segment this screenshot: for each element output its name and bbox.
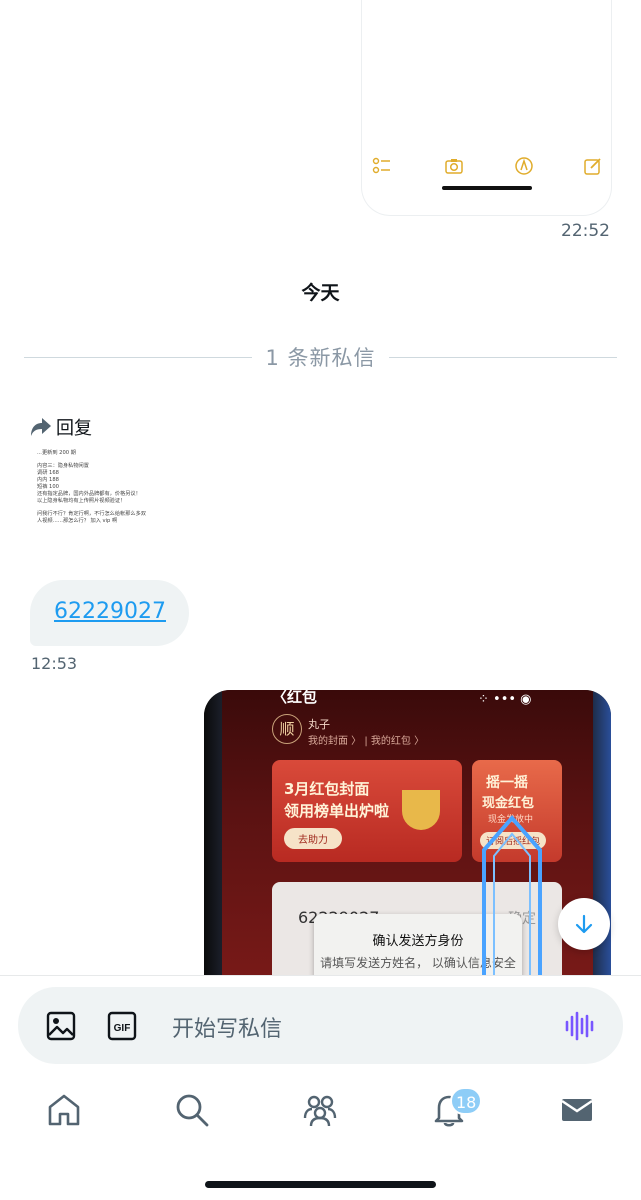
blue-arrow-overlay-icon bbox=[482, 814, 542, 990]
preview-line: 还有指定品牌，国内外品牌都有，价格另议！ bbox=[37, 491, 141, 497]
preview-line: 人视频……那怎么行？ 加入 vip 啊 bbox=[37, 518, 118, 524]
home-icon[interactable] bbox=[46, 1092, 82, 1128]
search-icon[interactable] bbox=[174, 1092, 210, 1128]
reply-header: 回复 bbox=[30, 414, 92, 440]
divider-line-right bbox=[389, 357, 617, 358]
screenshot-more-icon: ⁘ ••• ◉ bbox=[478, 692, 532, 707]
mail-icon[interactable] bbox=[559, 1092, 595, 1128]
message-input[interactable]: 开始写私信 bbox=[172, 1011, 282, 1043]
image-icon[interactable] bbox=[46, 1011, 76, 1041]
screenshot-banner-left: 3月红包封面 领用榜单出炉啦 去助力 bbox=[272, 760, 462, 862]
message-link[interactable]: 62229027 bbox=[54, 599, 166, 624]
camera-icon bbox=[445, 159, 463, 174]
arrow-down-icon bbox=[575, 914, 593, 934]
banner-left-button: 去助力 bbox=[284, 828, 342, 849]
trophy-icon bbox=[402, 790, 440, 830]
checklist-icon bbox=[372, 157, 390, 174]
screenshot-content: 〈红包 ⁘ ••• ◉ 顺 丸子 我的封面 〉 | 我的红包 〉 3月红包封面 … bbox=[222, 690, 593, 990]
preview-line: ...更新到 200 期 bbox=[37, 450, 76, 456]
shared-image-notes[interactable] bbox=[362, 0, 611, 215]
screenshot-user-links: 我的封面 〉 | 我的红包 〉 bbox=[308, 736, 425, 747]
banner-right-line1: 摇一摇 bbox=[486, 775, 528, 791]
message-timestamp: 12:53 bbox=[31, 654, 78, 673]
preview-line: 短裤 100 bbox=[37, 484, 59, 490]
back-chevron-icon: 〈 bbox=[272, 690, 288, 706]
preview-line: 问我行不行？肯定行啊，不行怎么给帐那么多双 bbox=[37, 511, 146, 517]
new-messages-divider: 1 条新私信 bbox=[24, 340, 617, 374]
banner-left-line2: 领用榜单出炉啦 bbox=[284, 802, 390, 820]
message-bubble: 62229027 bbox=[30, 580, 189, 646]
voice-icon[interactable] bbox=[564, 1011, 594, 1041]
notes-home-indicator bbox=[442, 186, 532, 190]
gif-icon[interactable]: GIF bbox=[107, 1011, 137, 1041]
markup-icon bbox=[515, 157, 533, 175]
screenshot-nav-title: 〈红包 bbox=[272, 690, 317, 707]
day-header: 今天 bbox=[301, 282, 340, 304]
reply-label: 回复 bbox=[56, 418, 92, 439]
message-composer[interactable]: GIF 开始写私信 bbox=[18, 987, 623, 1064]
notes-toolbar bbox=[362, 156, 611, 180]
home-indicator bbox=[205, 1181, 436, 1188]
preview-line: 调研 168 bbox=[37, 470, 59, 476]
screenshot-avatar: 顺 bbox=[272, 714, 302, 744]
screenshot-nav-title-text: 红包 bbox=[287, 690, 318, 706]
shared-image-screenshot[interactable]: 〈红包 ⁘ ••• ◉ 顺 丸子 我的封面 〉 | 我的红包 〉 3月红包封面 … bbox=[204, 690, 611, 990]
message-timestamp: 22:52 bbox=[561, 221, 610, 241]
reply-preview-image[interactable]: ...更新到 200 期 内容三：隐身私物闲置 调研 168 内内 188 短裤… bbox=[37, 450, 177, 525]
preview-line: 内内 188 bbox=[37, 477, 59, 483]
banner-left-line1: 3月红包封面 bbox=[284, 780, 370, 798]
banner-right-line2: 现金红包 bbox=[482, 796, 535, 811]
screenshot-edge bbox=[204, 690, 222, 990]
svg-text:GIF: GIF bbox=[114, 1023, 131, 1034]
communities-icon[interactable] bbox=[302, 1092, 338, 1128]
preview-line: 以上隐身私物均有上传照片视频验证！ bbox=[37, 498, 126, 504]
scroll-to-bottom-button[interactable] bbox=[558, 898, 610, 950]
notifications-badge: 18 bbox=[450, 1087, 483, 1115]
compose-icon bbox=[584, 158, 601, 175]
preview-line: 内容三：隐身私物闲置 bbox=[37, 463, 89, 469]
reply-arrow-icon bbox=[31, 418, 51, 436]
bottom-tab-bar bbox=[0, 1064, 641, 1200]
screenshot-user-name: 丸子 bbox=[308, 718, 330, 731]
